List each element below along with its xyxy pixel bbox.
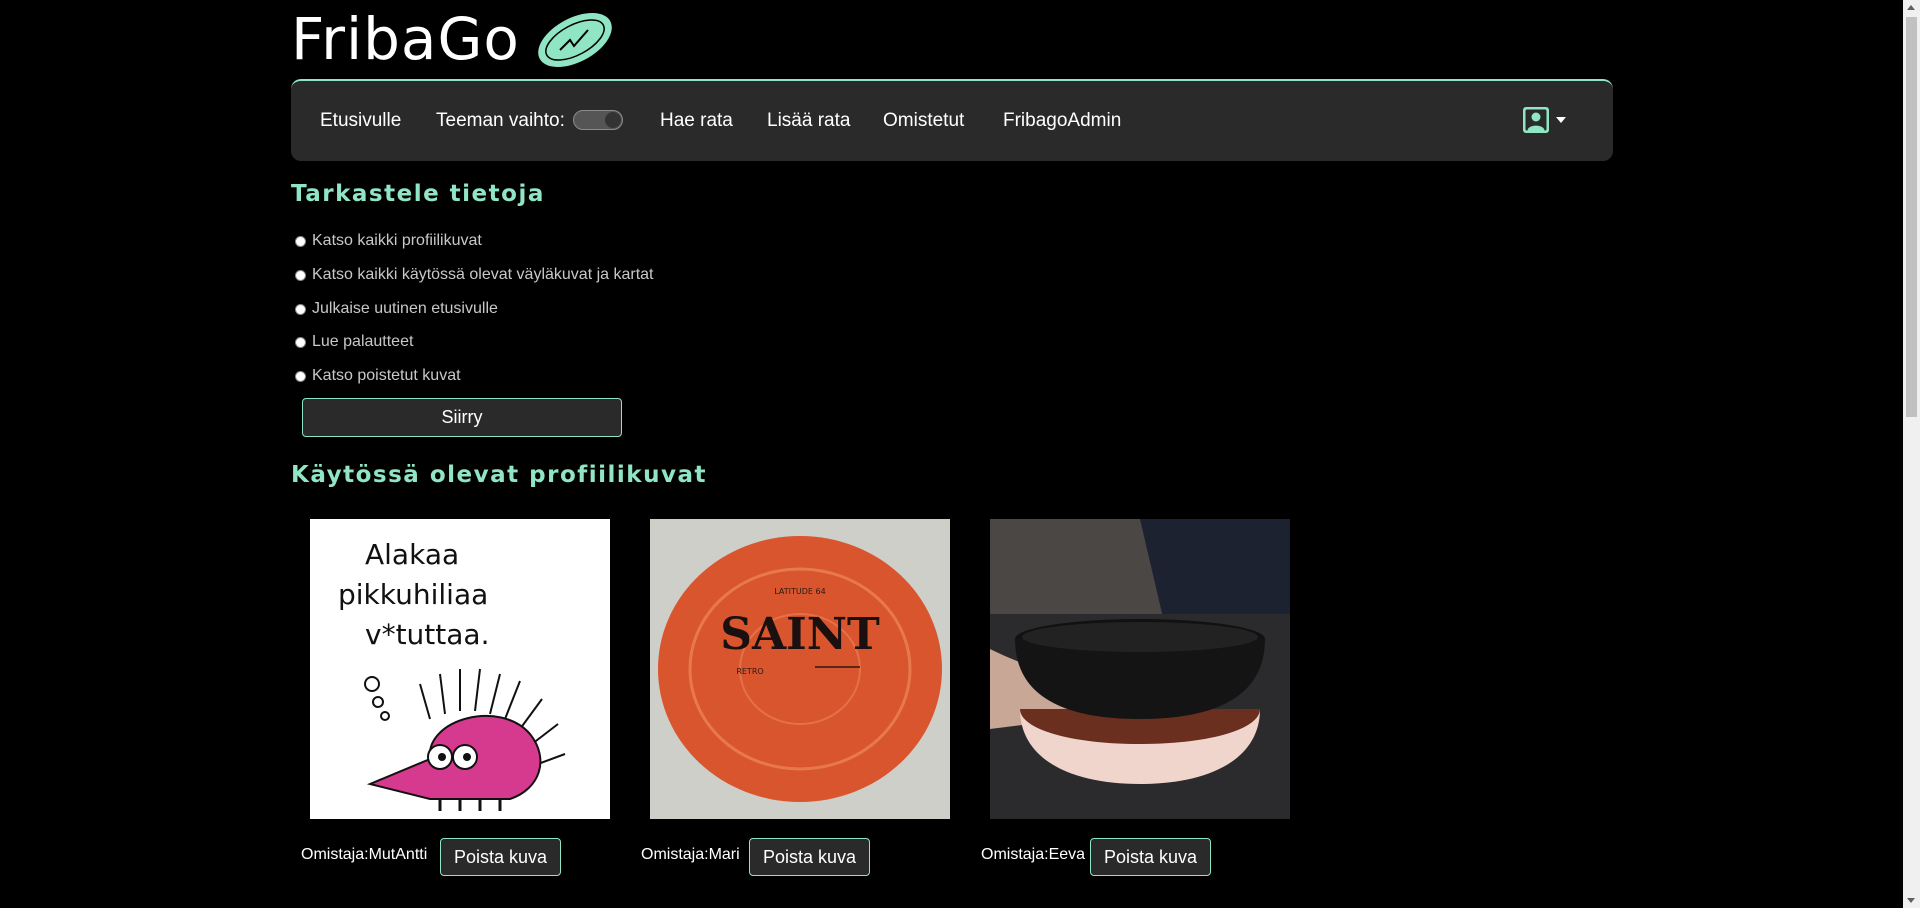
option-label: Lue palautteet bbox=[312, 333, 414, 350]
option-profile-pictures[interactable]: Katso kaikki profiilikuvat bbox=[295, 229, 482, 253]
option-read-feedback[interactable]: Lue palautteet bbox=[295, 330, 413, 354]
theme-switch-label: Teeman vaihto: bbox=[436, 110, 565, 131]
user-portrait-icon bbox=[1523, 107, 1549, 133]
theme-toggle[interactable] bbox=[573, 110, 623, 130]
brand-name: FribaGo bbox=[291, 5, 520, 73]
disc-plastic-text: RETRO bbox=[736, 667, 763, 676]
option-publish-news[interactable]: Julkaise uutinen etusivulle bbox=[295, 297, 498, 321]
option-label: Katso poistetut kuvat bbox=[312, 367, 461, 384]
option-course-images[interactable]: Katso kaikki käytössä olevat väyläkuvat … bbox=[295, 263, 654, 287]
disc-logo-icon bbox=[534, 10, 616, 74]
hedgehog-cartoon-image: Alakaa pikkuhiliaa v*tuttaa. bbox=[310, 519, 610, 819]
owner-label: Omistaja:MutAntti bbox=[301, 846, 428, 863]
radio-button[interactable] bbox=[295, 336, 306, 348]
owner-label: Omistaja:Mari bbox=[641, 846, 740, 863]
radio-button[interactable] bbox=[295, 370, 306, 382]
delete-image-button[interactable]: Poista kuva bbox=[749, 838, 870, 876]
vertical-scrollbar[interactable] bbox=[1903, 0, 1920, 908]
profile-pictures-title: Käytössä olevat profiilikuvat bbox=[291, 462, 707, 488]
delete-image-button[interactable]: Poista kuva bbox=[440, 838, 561, 876]
option-label: Katso kaikki profiilikuvat bbox=[312, 232, 482, 249]
option-deleted-images[interactable]: Katso poistetut kuvat bbox=[295, 364, 461, 388]
chevron-down-icon bbox=[1556, 117, 1566, 123]
option-label: Katso kaikki käytössä olevat väyläkuvat … bbox=[312, 266, 654, 283]
option-label: Julkaise uutinen etusivulle bbox=[312, 300, 498, 317]
delete-image-button[interactable]: Poista kuva bbox=[1090, 838, 1211, 876]
cartoon-caption-line: v*tuttaa. bbox=[365, 618, 489, 651]
brand[interactable]: FribaGo bbox=[291, 4, 616, 74]
main-navbar: Etusivulle Teeman vaihto: Hae rata Lisää… bbox=[291, 79, 1613, 161]
nav-owned-link[interactable]: Omistetut bbox=[883, 81, 964, 161]
orange-disc-photo: LATITUDE 64 SAINT RETRO bbox=[650, 519, 950, 819]
user-menu-dropdown[interactable] bbox=[1522, 106, 1566, 134]
radio-button[interactable] bbox=[295, 269, 306, 281]
nav-admin-link[interactable]: FribagoAdmin bbox=[1003, 81, 1121, 161]
view-data-title: Tarkastele tietoja bbox=[291, 181, 545, 207]
cartoon-caption-line: pikkuhiliaa bbox=[338, 578, 488, 611]
scroll-up-arrow-icon[interactable] bbox=[1907, 5, 1915, 10]
radio-button[interactable] bbox=[295, 303, 306, 315]
disc-brand-text: LATITUDE 64 bbox=[774, 587, 825, 596]
nav-search-course-link[interactable]: Hae rata bbox=[660, 81, 733, 161]
scroll-down-arrow-icon[interactable] bbox=[1907, 898, 1915, 903]
go-button[interactable]: Siirry bbox=[302, 398, 622, 437]
cartoon-caption-line: Alakaa bbox=[365, 538, 459, 571]
toggle-knob bbox=[605, 112, 621, 128]
nav-home-link[interactable]: Etusivulle bbox=[320, 81, 401, 161]
radio-button[interactable] bbox=[295, 235, 306, 247]
scrollbar-thumb[interactable] bbox=[1906, 17, 1917, 417]
disc-model-text: SAINT bbox=[720, 609, 880, 660]
bowl-photo bbox=[990, 519, 1290, 819]
nav-add-course-link[interactable]: Lisää rata bbox=[767, 81, 850, 161]
owner-label: Omistaja:Eeva bbox=[981, 846, 1086, 863]
